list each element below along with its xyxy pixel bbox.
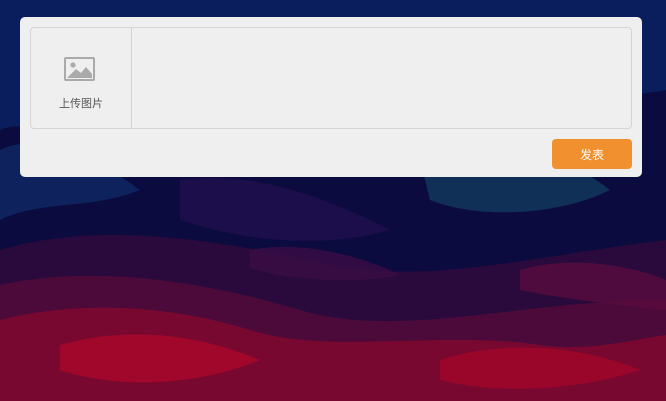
composer-editor-box: 上传图片 bbox=[30, 27, 632, 129]
upload-image-button[interactable]: 上传图片 bbox=[31, 28, 132, 128]
publish-button[interactable]: 发表 bbox=[552, 139, 632, 169]
upload-image-label: 上传图片 bbox=[59, 97, 103, 110]
post-text-input[interactable] bbox=[132, 28, 631, 128]
image-icon bbox=[64, 57, 95, 81]
post-composer-panel: 上传图片 发表 bbox=[20, 17, 642, 177]
